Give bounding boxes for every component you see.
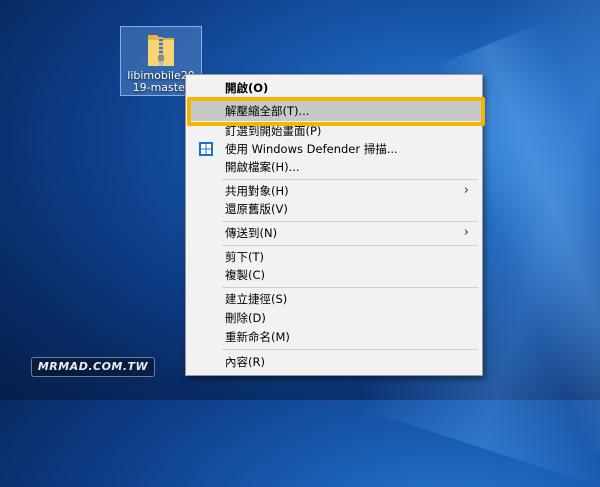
menu-separator	[222, 287, 478, 288]
menu-item-delete[interactable]: 刪除(D)	[187, 308, 481, 328]
windows-defender-shield-icon	[199, 142, 213, 156]
chevron-right-icon: ›	[463, 183, 469, 198]
menu-item-label: 共用對象(H)	[225, 184, 289, 198]
menu-item-open[interactable]: 開啟(O)	[187, 78, 481, 98]
menu-separator	[222, 349, 478, 350]
menu-item-label: 重新命名(M)	[225, 330, 290, 344]
menu-item-share-with[interactable]: 共用對象(H) ›	[187, 181, 481, 201]
menu-item-label: 傳送到(N)	[225, 226, 278, 240]
menu-item-open-file[interactable]: 開啟檔案(H)...	[187, 157, 481, 177]
menu-item-extract-all[interactable]: 解壓縮全部(T)...	[187, 101, 481, 121]
menu-separator	[222, 179, 478, 180]
menu-separator	[222, 99, 478, 100]
menu-item-pin-to-start[interactable]: 釘選到開始畫面(P)	[187, 121, 481, 141]
menu-item-send-to[interactable]: 傳送到(N) ›	[187, 223, 481, 243]
chevron-right-icon: ›	[463, 225, 469, 240]
menu-item-label: 還原舊版(V)	[225, 202, 288, 216]
menu-item-label: 解壓縮全部(T)...	[225, 104, 310, 118]
menu-item-defender-scan[interactable]: 使用 Windows Defender 掃描...	[187, 139, 481, 159]
zip-folder-icon	[148, 35, 174, 66]
menu-item-label: 刪除(D)	[225, 311, 266, 325]
menu-separator	[222, 221, 478, 222]
menu-item-restore-previous[interactable]: 還原舊版(V)	[187, 199, 481, 219]
context-menu: 開啟(O) 解壓縮全部(T)... 釘選到開始畫面(P) 使用 Windows …	[185, 74, 483, 376]
menu-item-label: 使用 Windows Defender 掃描...	[225, 142, 398, 156]
menu-item-label: 複製(C)	[225, 268, 266, 282]
menu-item-label: 開啟檔案(H)...	[225, 160, 300, 174]
menu-item-copy[interactable]: 複製(C)	[187, 265, 481, 285]
menu-item-label: 內容(R)	[225, 355, 265, 369]
menu-item-label: 釘選到開始畫面(P)	[225, 124, 322, 138]
menu-item-create-shortcut[interactable]: 建立捷徑(S)	[187, 289, 481, 309]
menu-item-label: 建立捷徑(S)	[225, 292, 288, 306]
menu-item-cut[interactable]: 剪下(T)	[187, 247, 481, 267]
menu-item-label: 開啟(O)	[225, 81, 269, 95]
menu-item-rename[interactable]: 重新命名(M)	[187, 327, 481, 347]
site-watermark: MRMAD.COM.TW	[31, 357, 155, 377]
menu-separator	[222, 245, 478, 246]
menu-item-properties[interactable]: 內容(R)	[187, 352, 481, 372]
menu-item-label: 剪下(T)	[225, 250, 264, 264]
